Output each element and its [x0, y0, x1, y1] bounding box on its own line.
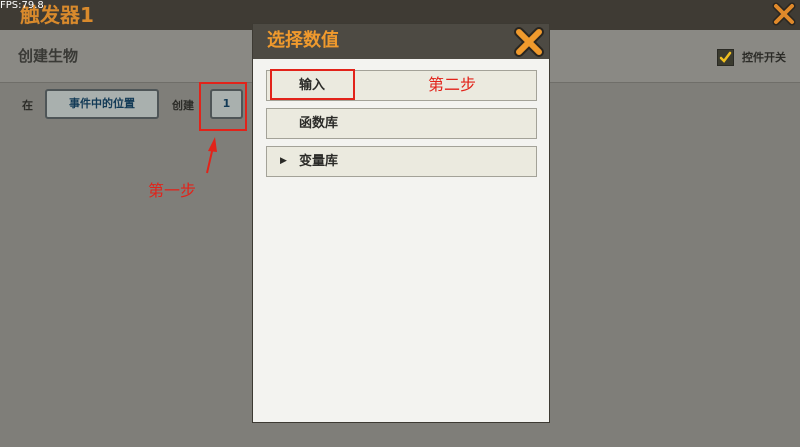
- option-function-library[interactable]: 函数库: [266, 108, 537, 139]
- option-function-library-label: 函数库: [299, 116, 339, 131]
- step2-label: 第二步: [428, 75, 477, 94]
- dialog-title: 选择数值: [267, 30, 339, 51]
- expand-triangle-icon: ▶: [280, 156, 287, 166]
- option-variable-library-label: 变量库: [299, 154, 339, 169]
- step1-label: 第一步: [148, 181, 197, 200]
- close-icon[interactable]: [513, 26, 545, 58]
- step2-highlight: [270, 69, 355, 100]
- option-variable-library[interactable]: ▶ 变量库: [266, 146, 537, 177]
